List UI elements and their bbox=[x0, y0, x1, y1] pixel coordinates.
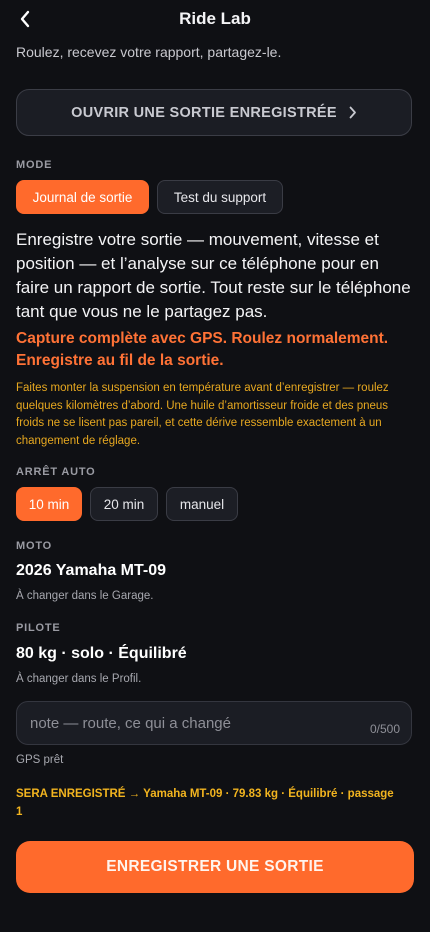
gps-status: GPS prêt bbox=[16, 754, 64, 766]
rider-value: 80 kg · solo · Équilibré bbox=[16, 645, 187, 662]
auto-stop-option-manual[interactable]: manuel bbox=[166, 487, 238, 521]
bike-hint: À changer dans le Garage. bbox=[16, 590, 154, 602]
note-counter: 0/500 bbox=[369, 722, 400, 736]
open-recorded-ride-label: OUVRIR UNE SORTIE ENREGISTRÉE bbox=[71, 104, 337, 121]
ride-lab-screen: Ride Lab Roulez, recevez votre rapport, … bbox=[0, 0, 430, 932]
auto-stop-option-10min[interactable]: 10 min bbox=[16, 487, 82, 521]
top-bar: Ride Lab bbox=[0, 0, 430, 40]
note-field: 0/500 bbox=[16, 701, 412, 745]
rider-hint: À changer dans le Profil. bbox=[16, 673, 142, 685]
bike-value: 2026 Yamaha MT-09 bbox=[16, 562, 167, 579]
capture-note: Capture complète avec GPS. Roulez normal… bbox=[16, 330, 389, 369]
save-summary: SERA ENREGISTRÉ → Yamaha MT-09 · 79.83 k… bbox=[16, 788, 394, 818]
chevron-right-icon bbox=[349, 106, 356, 119]
page-title: Ride Lab bbox=[179, 9, 251, 28]
mode-section-label: MODE bbox=[16, 159, 53, 171]
mode-description: Enregistre votre sortie — mouvement, vit… bbox=[16, 230, 411, 321]
rider-section-label: PILOTE bbox=[16, 622, 61, 634]
auto-stop-option-20min[interactable]: 20 min bbox=[90, 487, 158, 521]
mode-option-ride-log[interactable]: Journal de sortie bbox=[16, 180, 149, 214]
auto-stop-section-label: ARRÊT AUTO bbox=[16, 466, 96, 478]
mode-option-mount-test[interactable]: Test du support bbox=[157, 180, 283, 214]
record-ride-button[interactable]: ENREGISTRER UNE SORTIE bbox=[16, 841, 414, 893]
note-input[interactable] bbox=[17, 702, 357, 744]
warmup-note: Faites monter la suspension en températu… bbox=[16, 382, 389, 447]
bike-section-label: MOTO bbox=[16, 540, 52, 552]
page-subtitle: Roulez, recevez votre rapport, partagez-… bbox=[16, 44, 282, 60]
open-recorded-ride-button[interactable]: OUVRIR UNE SORTIE ENREGISTRÉE bbox=[16, 89, 412, 136]
